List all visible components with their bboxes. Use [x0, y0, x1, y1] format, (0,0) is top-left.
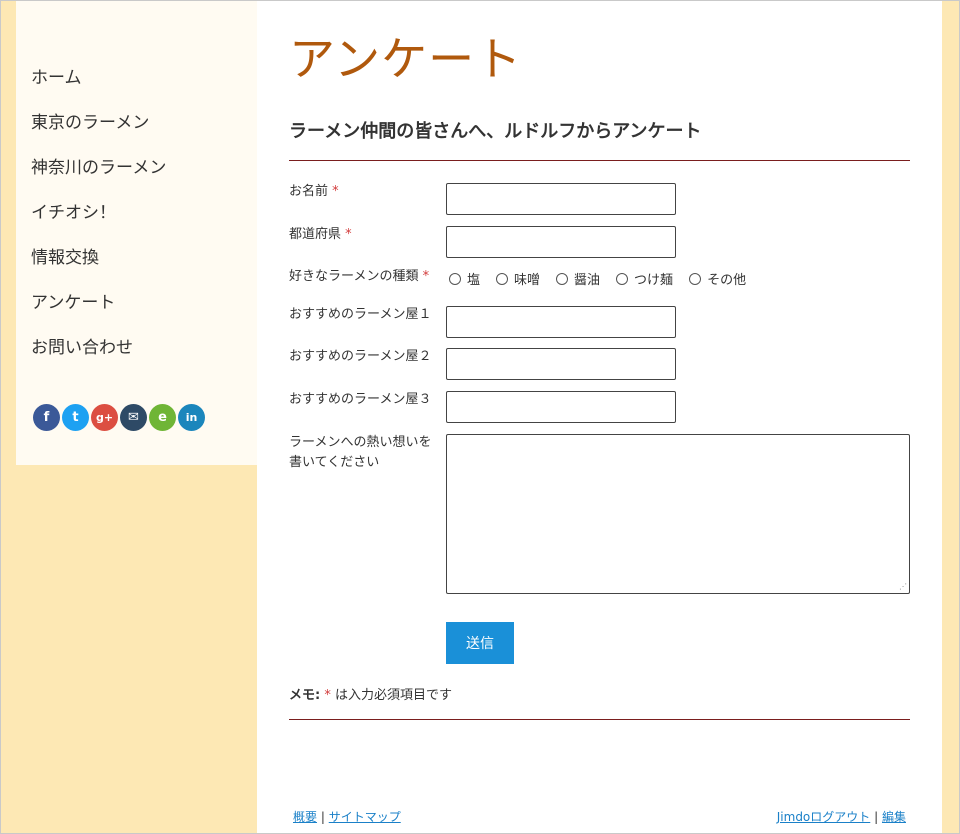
resize-handle-icon[interactable]: ⋰: [899, 583, 907, 591]
nav-item-home[interactable]: ホーム: [31, 63, 166, 108]
rec1-input[interactable]: [446, 306, 676, 338]
footer-right-links: Jimdoログアウト | 編集: [776, 810, 906, 824]
rec3-input[interactable]: [446, 391, 676, 423]
email-icon[interactable]: ✉: [120, 404, 147, 431]
radio-option-other[interactable]: その他: [689, 269, 746, 288]
footer-edit-link[interactable]: 編集: [882, 810, 906, 824]
sidebar-nav: ホーム 東京のラーメン 神奈川のラーメン イチオシ！ 情報交換 アンケート お問…: [31, 63, 166, 378]
name-label: お名前 *: [289, 184, 339, 199]
message-textarea[interactable]: ⋰: [446, 434, 910, 594]
radio-button[interactable]: [616, 272, 629, 285]
twitter-icon[interactable]: t: [62, 404, 89, 431]
prefecture-input[interactable]: [446, 226, 676, 258]
radio-button[interactable]: [449, 272, 461, 285]
footer-sitemap-link[interactable]: サイトマップ: [329, 810, 401, 824]
required-mark: *: [345, 227, 352, 242]
radio-option-tsukemen[interactable]: つけ麺: [616, 269, 673, 288]
required-mark: *: [422, 269, 430, 284]
radio-option-shio[interactable]: 塩: [449, 269, 480, 288]
favorite-type-label: 好きなラーメンの種類 *: [289, 269, 430, 284]
top-divider: [289, 160, 910, 161]
nav-item-survey[interactable]: アンケート: [31, 288, 166, 333]
required-mark: *: [324, 688, 331, 703]
main-content: アンケート ラーメン仲間の皆さんへ、ルドルフからアンケート お名前 * 都道府県…: [257, 1, 942, 833]
radio-button[interactable]: [689, 272, 702, 285]
nav-item-contact[interactable]: お問い合わせ: [31, 333, 166, 378]
radio-option-miso[interactable]: 味噌: [496, 269, 540, 288]
nav-item-tokyo-ramen[interactable]: 東京のラーメン: [31, 108, 166, 153]
rec3-label: おすすめのラーメン屋３: [289, 392, 432, 407]
sidebar: ホーム 東京のラーメン 神奈川のラーメン イチオシ！ 情報交換 アンケート お問…: [16, 1, 257, 465]
footer-about-link[interactable]: 概要: [293, 810, 317, 824]
radio-option-shoyu[interactable]: 醤油: [556, 269, 600, 288]
page-title: アンケート: [289, 32, 523, 86]
linkedin-icon[interactable]: in: [178, 404, 205, 431]
facebook-icon[interactable]: f: [33, 404, 60, 431]
rec1-label: おすすめのラーメン屋１: [289, 307, 432, 322]
rec2-label: おすすめのラーメン屋２: [289, 349, 432, 364]
bottom-divider: [289, 719, 910, 720]
google-plus-icon[interactable]: g+: [91, 404, 118, 431]
radio-button[interactable]: [496, 272, 509, 285]
footer-left-links: 概要 | サイトマップ: [293, 810, 401, 824]
evernote-icon[interactable]: e: [149, 404, 176, 431]
required-note: メモ: * は入力必須項目です: [289, 688, 452, 703]
rec2-input[interactable]: [446, 348, 676, 380]
nav-item-kanagawa-ramen[interactable]: 神奈川のラーメン: [31, 153, 166, 198]
nav-item-info-exchange[interactable]: 情報交換: [31, 243, 166, 288]
name-input[interactable]: [446, 183, 676, 215]
submit-button[interactable]: 送信: [446, 622, 514, 664]
favorite-type-radio-group: 塩 味噌 醤油 つけ麺 その他: [449, 269, 762, 288]
required-mark: *: [332, 184, 339, 199]
footer-logout-link[interactable]: Jimdoログアウト: [777, 810, 871, 824]
message-label: ラーメンへの熱い想いを書いてください: [289, 435, 432, 470]
social-share-bar: f t g+ ✉ e in: [33, 404, 205, 431]
radio-button[interactable]: [556, 272, 569, 285]
form-heading: ラーメン仲間の皆さんへ、ルドルフからアンケート: [289, 121, 702, 142]
nav-item-recommended[interactable]: イチオシ！: [31, 198, 166, 243]
prefecture-label: 都道府県 *: [289, 227, 352, 242]
